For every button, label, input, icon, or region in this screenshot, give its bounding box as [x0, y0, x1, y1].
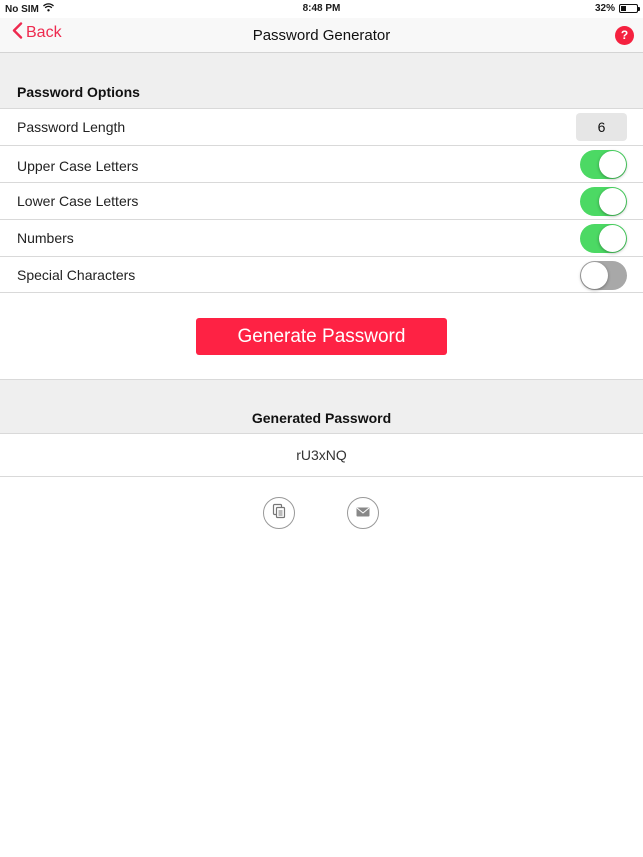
toggle-row-numbers: Numbers	[0, 219, 643, 256]
help-button[interactable]: ?	[615, 26, 634, 45]
password-length-row: Password Length 6	[0, 108, 643, 145]
generate-password-button[interactable]: Generate Password	[196, 318, 447, 355]
result-header-label: Generated Password	[251, 410, 392, 426]
toggle-row-lower-case: Lower Case Letters	[0, 182, 643, 219]
toggle-knob	[599, 225, 626, 252]
options-header-label: Password Options	[17, 84, 140, 100]
page-title: Password Generator	[252, 27, 391, 44]
lower-case-toggle[interactable]	[580, 187, 627, 216]
copy-icon	[272, 503, 286, 524]
numbers-toggle[interactable]	[580, 224, 627, 253]
result-section-header: Generated Password	[0, 379, 643, 434]
special-characters-toggle[interactable]	[580, 261, 627, 290]
email-button[interactable]	[347, 497, 379, 529]
upper-case-label: Upper Case Letters	[17, 158, 139, 174]
special-characters-label: Special Characters	[17, 267, 136, 283]
toggle-knob	[599, 188, 626, 215]
password-length-input[interactable]: 6	[576, 113, 627, 141]
status-right: 32%	[594, 3, 640, 14]
toggle-row-upper-case: Upper Case Letters	[0, 145, 643, 182]
navigation-bar: Back Password Generator ?	[0, 18, 643, 53]
status-time: 8:48 PM	[302, 3, 341, 14]
lower-case-label: Lower Case Letters	[17, 193, 139, 209]
numbers-label: Numbers	[17, 230, 74, 246]
upper-case-toggle[interactable]	[580, 150, 627, 179]
toggle-knob	[581, 262, 608, 289]
copy-button[interactable]	[263, 497, 295, 529]
password-length-label: Password Length	[17, 119, 126, 135]
status-bar: No SIM 8:48 PM 32%	[0, 0, 643, 18]
battery-icon	[619, 4, 640, 13]
toggle-knob	[599, 151, 626, 178]
battery-percent: 32%	[594, 3, 615, 14]
toggle-row-special-characters: Special Characters	[0, 256, 643, 293]
options-section-header: Password Options	[0, 53, 643, 108]
generated-password-value: rU3xNQ	[296, 447, 347, 463]
generated-password-row: rU3xNQ	[0, 433, 643, 477]
mail-icon	[356, 504, 370, 522]
